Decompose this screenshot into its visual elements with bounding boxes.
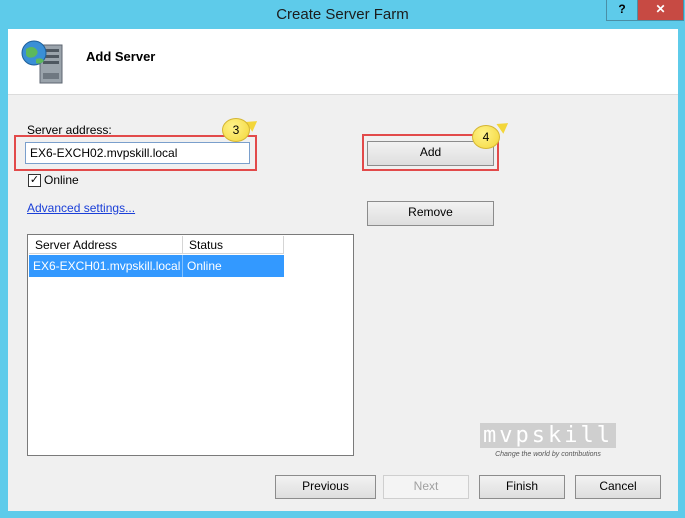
help-button[interactable]: ?: [606, 0, 638, 21]
column-header-server-address[interactable]: Server Address: [29, 236, 183, 254]
row-server-address: EX6-EXCH01.mvpskill.local: [29, 255, 183, 277]
server-list[interactable]: Server Address Status EX6-EXCH01.mvpskil…: [27, 234, 354, 456]
server-address-input[interactable]: EX6-EXCH02.mvpskill.local: [25, 142, 250, 164]
next-button[interactable]: Next: [383, 475, 469, 499]
dialog-body: Add Server Server address: EX6-EXCH02.mv…: [8, 29, 678, 511]
row-status: Online: [187, 259, 222, 273]
watermark-tagline: Change the world by contributions: [495, 451, 601, 458]
column-header-status[interactable]: Status: [183, 236, 284, 254]
online-checkbox[interactable]: ✓: [28, 174, 41, 187]
close-button[interactable]: ✕: [637, 0, 684, 21]
callout-step-4: 4: [472, 125, 500, 149]
title-bar: Create Server Farm ? ✕: [0, 0, 685, 28]
table-row[interactable]: EX6-EXCH01.mvpskill.local Online: [29, 255, 284, 277]
previous-button[interactable]: Previous: [275, 475, 376, 499]
mvpskill-watermark: mvpskill Change the world by contributio…: [480, 423, 616, 465]
server-globe-icon: [21, 40, 63, 84]
watermark-logo: mvpskill: [480, 423, 616, 448]
page-title: Add Server: [86, 49, 156, 64]
cancel-button[interactable]: Cancel: [575, 475, 661, 499]
wizard-header: Add Server: [8, 29, 678, 95]
remove-button[interactable]: Remove: [367, 201, 494, 226]
online-label: Online: [44, 173, 79, 187]
advanced-settings-link[interactable]: Advanced settings...: [27, 201, 135, 215]
window-title: Create Server Farm: [276, 6, 409, 23]
finish-button[interactable]: Finish: [479, 475, 565, 499]
callout-step-3: 3: [222, 118, 250, 142]
